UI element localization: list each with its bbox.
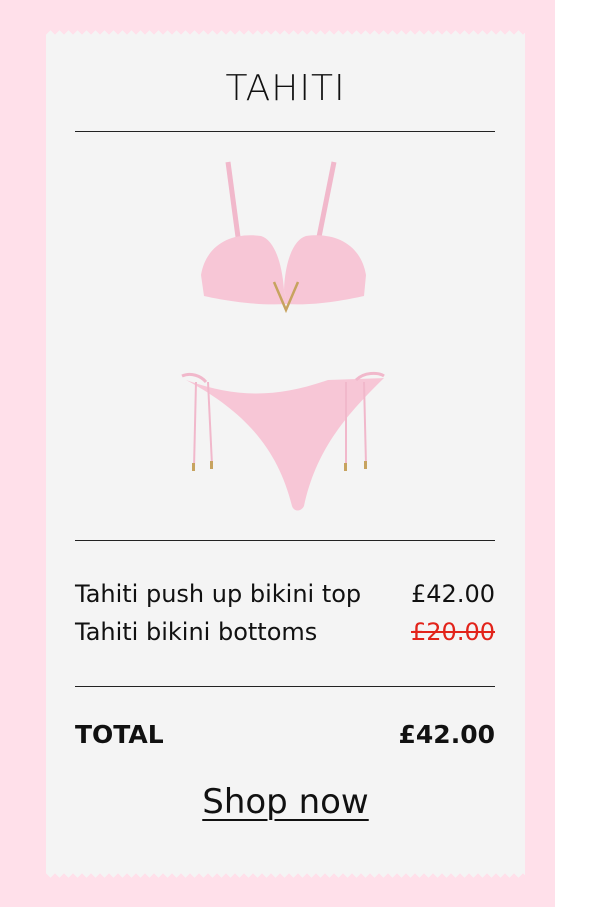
product-image[interactable] <box>46 150 525 530</box>
item-price: £42.00 <box>411 580 495 608</box>
shop-now-container: Shop now <box>46 782 525 822</box>
item-name: Tahiti push up bikini top <box>75 580 362 608</box>
zigzag-edge-bottom <box>46 871 525 879</box>
total-row: TOTAL £42.00 <box>75 720 495 749</box>
divider-middle <box>75 540 495 541</box>
line-item: Tahiti push up bikini top £42.00 <box>75 580 495 608</box>
total-value: £42.00 <box>398 720 495 749</box>
divider-bottom <box>75 686 495 687</box>
item-price-strikethrough: £20.00 <box>411 618 495 646</box>
item-name: Tahiti bikini bottoms <box>75 618 318 646</box>
collection-title: TAHITI <box>225 68 346 109</box>
divider-top <box>75 131 495 132</box>
total-label: TOTAL <box>75 720 164 749</box>
bikini-bottoms-image <box>181 371 385 511</box>
zigzag-edge-top <box>46 29 525 37</box>
line-item: Tahiti bikini bottoms £20.00 <box>75 618 495 646</box>
receipt-card: TAHITI Tahiti push up bikini top £42.00 … <box>46 29 525 879</box>
shop-now-link[interactable]: Shop now <box>202 782 368 822</box>
bikini-top-image <box>201 161 366 314</box>
